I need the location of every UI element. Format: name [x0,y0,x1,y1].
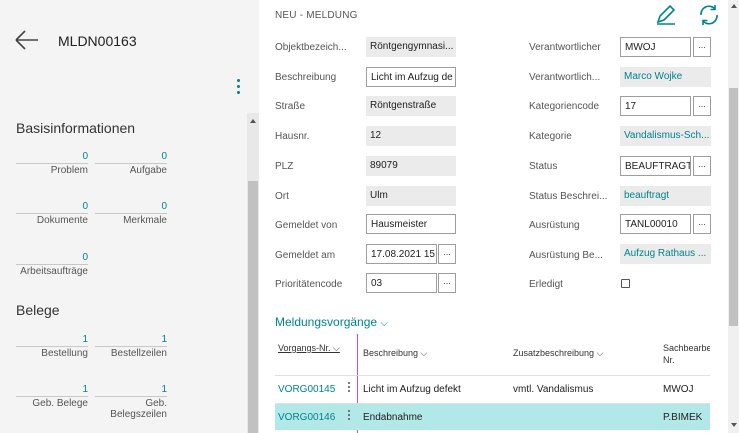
label-ort: Ort [275,191,289,202]
cell-beschreibung: Endabnahme [363,412,423,423]
field-plz: 89079 [366,156,456,176]
field-ort: Ulm [366,186,456,206]
cue-tile-merkmale[interactable]: 0 Merkmale [95,201,167,226]
kategoriencode-lookup-button[interactable]: ... [693,96,711,116]
label-gemeldet-von: Gemeldet von [275,220,338,231]
label-gemeldet-am: Gemeldet am [275,250,336,261]
field-status-beschreibung[interactable]: beauftragt [620,186,711,206]
cue-tile-aufgabe[interactable]: 0 Aufgabe [95,151,167,176]
label-objektbezeichnung: Objektbezeich... [275,42,347,53]
page-caption: NEU - MELDUNG [275,10,358,21]
cue-tile-bestellung[interactable]: 1 Bestellung [16,334,88,359]
erledigt-checkbox[interactable] [621,279,630,288]
more-options-icon[interactable] [233,79,243,101]
field-hausnr: 12 [366,126,456,146]
label-kategoriencode: Kategoriencode [529,101,600,112]
scrollbar-thumb[interactable] [729,88,738,326]
record-number: MLDN00163 [58,33,137,49]
left-scrollbar[interactable] [247,113,259,433]
chevron-down-icon: ⌵ [380,318,389,329]
label-verantwortlicher: Verantwortlicher [529,42,601,53]
label-erledigt: Erledigt [529,279,563,290]
label-status: Status [529,161,558,172]
field-beschreibung[interactable]: Licht im Aufzug de [366,67,456,87]
table-row-selected[interactable]: VORG00146 Endabnahme P.BIMEK [275,403,710,430]
right-scrollbar[interactable] [728,0,739,433]
field-ausruestung[interactable]: TANL00010 [620,214,691,234]
field-objektbezeichnung: Röntgengymnasi... [366,37,456,57]
label-verantwortlicher-name: Verantwortlich... [529,72,601,83]
field-ausruestung-beschreibung[interactable]: Aufzug Rathaus ... [620,244,711,264]
table-row[interactable]: VORG00145 Licht im Aufzug defekt vmtl. V… [275,375,710,402]
field-gemeldet-am[interactable]: 17.08.2021 15: [366,244,437,264]
cell-zusatzbeschreibung: vmtl. Vandalismus [513,384,594,395]
subpage-title-meldungsvorgaenge[interactable]: Meldungsvorgänge ⌵ [275,315,388,329]
row-actions-icon[interactable] [347,410,351,424]
status-lookup-button[interactable]: ... [693,156,711,176]
scrollbar-thumb[interactable] [248,181,258,433]
cue-tile-problem[interactable]: 0 Problem [16,151,88,176]
label-strasse: Straße [275,101,306,112]
left-pane: MLDN00163 Basisinformationen 0 Problem 0… [0,0,259,433]
field-strasse: Röntgenstraße [366,96,456,116]
label-beschreibung: Beschreibung [275,72,337,83]
label-prioritaetencode: Prioritätencode [275,279,343,290]
col-header-vorgangs-nr[interactable]: Vorgangs-Nr. ⌵ [278,343,340,354]
field-verantwortlicher[interactable]: MWOJ [620,37,691,57]
section-belege: Belege [16,302,60,318]
label-ausruestung: Ausrüstung [529,220,580,231]
ausruestung-lookup-button[interactable]: ... [693,214,711,234]
label-ausruestung-beschreibung: Ausrüstung Be... [529,250,603,261]
back-arrow-icon[interactable] [12,27,42,53]
field-status[interactable]: BEAUFTRAGT [620,156,691,176]
scroll-up-arrow-icon[interactable] [731,4,737,8]
prioritaetencode-lookup-button[interactable]: ... [438,273,456,293]
field-kategoriencode[interactable]: 17 [620,96,691,116]
cue-tile-geb-belege[interactable]: 1 Geb. Belege [16,384,88,409]
cell-vorgangs-nr[interactable]: VORG00146 [278,412,335,423]
field-kategorie[interactable]: Vandalismus-Sch... [620,126,711,146]
refresh-icon[interactable] [697,4,721,26]
edit-pencil-icon[interactable] [654,4,678,26]
scroll-down-arrow-icon[interactable] [731,423,737,427]
col-header-beschreibung[interactable]: Beschreibung ⌵ [363,348,427,359]
gemeldet-am-lookup-button[interactable]: ... [438,244,456,264]
cell-vorgangs-nr[interactable]: VORG00145 [278,384,335,395]
scroll-up-arrow-icon[interactable] [250,119,256,123]
label-status-beschreibung: Status Beschrei... [529,191,608,202]
cue-tile-arbeitsauftraege[interactable]: 0 Arbeitsaufträge [16,252,88,277]
meldungsvorgaenge-grid: Vorgangs-Nr. ⌵ Beschreibung ⌵ Zusatzbesc… [275,334,710,433]
right-pane: NEU - MELDUNG Objektbezeich... Röntgengy… [259,0,739,433]
cue-tile-bestellzeilen[interactable]: 1 Bestellzeilen [95,334,167,359]
cell-beschreibung: Licht im Aufzug defekt [363,384,461,395]
cue-tile-dokumente[interactable]: 0 Dokumente [16,201,88,226]
verantwortlicher-lookup-button[interactable]: ... [693,37,711,57]
cell-sachbearbeiter-nr: MWOJ [663,384,694,395]
label-hausnr: Hausnr. [275,131,310,142]
label-kategorie: Kategorie [529,131,572,142]
row-actions-icon[interactable] [347,382,351,396]
col-header-zusatzbeschreibung[interactable]: Zusatzbeschreibung ⌵ [513,348,603,359]
col-header-sachbearbeiter-nr[interactable]: Sachbearbei Nr. [663,342,710,366]
cue-tile-geb-belegszeilen[interactable]: 1 Geb. Belegszeilen [95,384,167,420]
field-verantwortlicher-name[interactable]: Marco Wojke [620,67,711,87]
field-prioritaetencode[interactable]: 03 [366,273,437,293]
field-gemeldet-von[interactable]: Hausmeister [366,214,456,234]
section-basisinformationen: Basisinformationen [16,120,136,136]
label-plz: PLZ [275,161,294,172]
cell-sachbearbeiter-nr: P.BIMEK [663,412,703,423]
